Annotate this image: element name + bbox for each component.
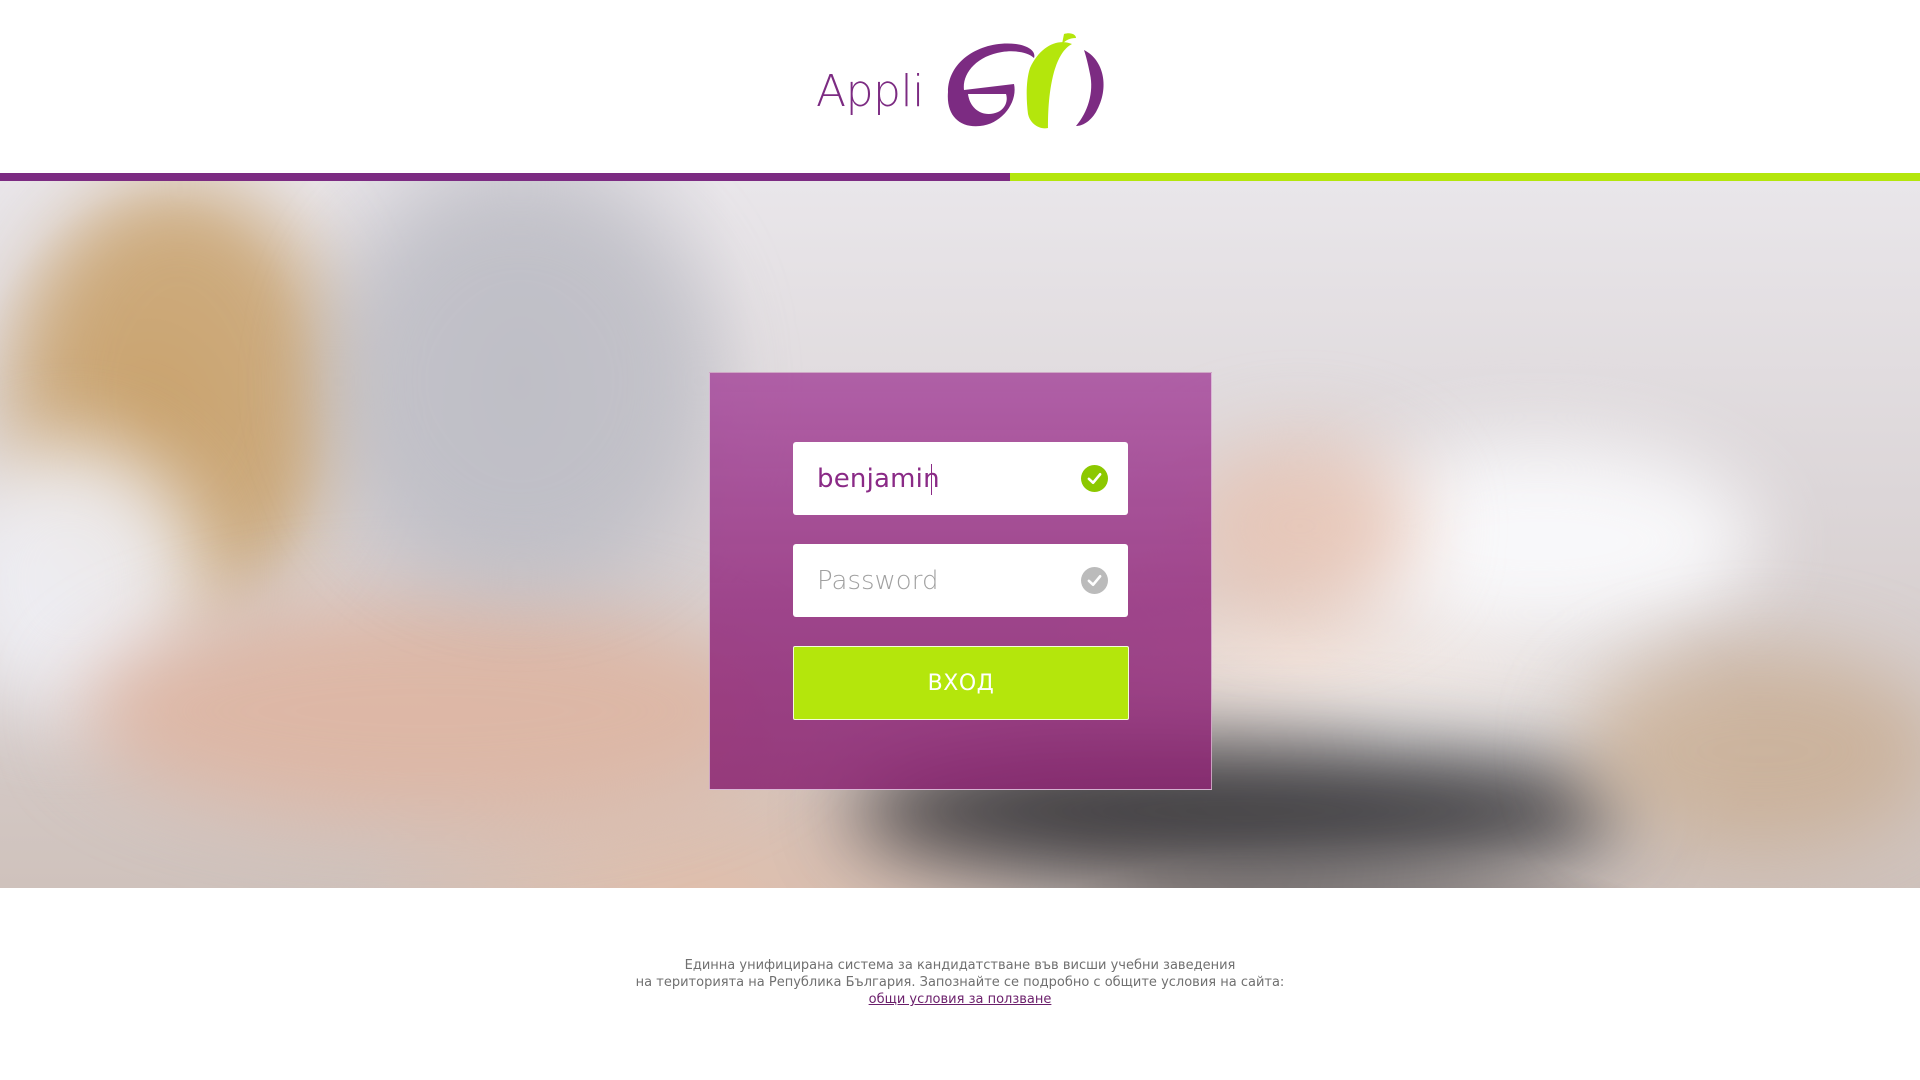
check-circle-icon [1081, 567, 1108, 594]
logo-mark-icon [947, 33, 1104, 129]
hero-blur-person [330, 181, 710, 581]
text-caret [931, 464, 932, 495]
footer: Единна унифицирана система за кандидатст… [0, 957, 1920, 1008]
header: Appli [0, 0, 1920, 173]
accent-bar-green [1010, 173, 1920, 181]
appliel-logo[interactable]: Appli [810, 32, 1110, 142]
footer-line-1: Единна унифицирана система за кандидатст… [684, 958, 1236, 973]
login-card: ВХОД [709, 372, 1212, 790]
hero-blur-arm [80, 601, 780, 821]
login-button[interactable]: ВХОД [793, 646, 1129, 720]
password-input[interactable] [793, 544, 1063, 617]
logo-text: Appli [816, 66, 924, 117]
hero-blur-desk [1580, 651, 1920, 851]
accent-bar [0, 173, 1920, 181]
username-field[interactable] [793, 442, 1128, 515]
hero-blur-hand [1180, 441, 1420, 611]
username-input[interactable] [793, 442, 1063, 515]
accent-bar-purple [0, 173, 1010, 181]
terms-link[interactable]: общи условия за ползване [869, 992, 1052, 1007]
check-circle-icon [1081, 465, 1108, 492]
footer-line-2: на територията на Република България. За… [635, 975, 1285, 990]
password-field[interactable] [793, 544, 1128, 617]
